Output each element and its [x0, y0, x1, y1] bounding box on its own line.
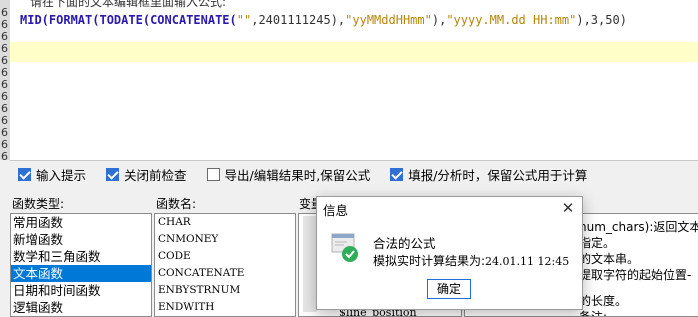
option-checkbox[interactable]: [18, 167, 31, 181]
formula-text[interactable]: MID(FORMAT(TODATE(CONCATENATE("",2401111…: [20, 13, 627, 27]
function-item[interactable]: CODE: [155, 248, 295, 265]
result-value: 24.01.11 12:45: [485, 255, 570, 268]
dialog-title: 信息: [323, 203, 349, 218]
description-line: 指定。: [579, 236, 616, 250]
editor-hint: 请在下面的文本编辑框里面输入公式:: [30, 0, 227, 9]
option-label: 填报/分析时，保留公式用于计算: [408, 167, 588, 183]
formula-token: "yyMMddHHmm": [345, 13, 432, 27]
close-icon[interactable]: ✕: [558, 198, 578, 218]
function-item[interactable]: ENBYSTRNUM: [155, 282, 295, 299]
function-item[interactable]: CNMONEY: [155, 231, 295, 248]
formula-token: MID(: [20, 13, 49, 27]
formula-editor[interactable]: 请在下面的文本编辑框里面输入公式: MID(FORMAT(TODATE(CONC…: [10, 0, 698, 161]
dialog-message: 合法的公式: [373, 236, 436, 251]
description-line: num_chars):返回文本: [579, 220, 698, 234]
option-checkbox[interactable]: [106, 167, 120, 181]
function-list[interactable]: CHAR CNMONEY CODE CONCATENATE ENBYSTRNUM ENDW…: [154, 213, 296, 317]
category-item[interactable]: 新增函数: [11, 231, 151, 248]
formula-token: "": [236, 13, 252, 27]
function-name-label: 函数名:: [156, 197, 197, 211]
option-checkbox[interactable]: [390, 167, 404, 181]
formula-token: CONCATENATE(: [150, 13, 237, 27]
description-line: 的文本串。: [579, 252, 640, 266]
gutter-mark: 6: [1, 150, 8, 163]
option-label: 输入提示: [36, 167, 87, 183]
result-label: 模拟实时计算结果为:: [373, 254, 486, 268]
dialog-result: 模拟实时计算结果为:24.01.11 12:45: [373, 252, 569, 269]
description-line: 提取字符的起始位置-: [579, 268, 692, 282]
category-item[interactable]: 逻辑函数: [11, 299, 151, 316]
category-item[interactable]: 常用函数: [11, 214, 151, 231]
formula-token: ,2401111245): [251, 13, 338, 27]
option-2[interactable]: 导出/编辑结果时,保留公式: [206, 165, 371, 184]
option-1[interactable]: 关闭前检查: [106, 165, 187, 184]
category-item[interactable]: 日期和时间函数: [11, 282, 151, 299]
formula-token: ),: [431, 13, 447, 27]
category-item[interactable]: 文本函数: [11, 265, 151, 282]
category-list[interactable]: 常用函数 新增函数 数学和三角函数 文本函数 日期和时间函数 逻辑函数: [10, 213, 152, 317]
dialog-titlebar: 信息 ✕: [317, 197, 582, 219]
formula-token: "yyyy.MM.dd HH:mm": [446, 13, 577, 27]
variable-scrollbar[interactable]: [303, 216, 317, 312]
options-row: 输入提示 关闭前检查 导出/编辑结果时,保留公式 填报/分析时，保留公式用于计算: [18, 164, 607, 184]
ok-button[interactable]: 确定: [427, 279, 471, 299]
function-item[interactable]: ENDWITH: [155, 299, 295, 316]
category-item[interactable]: 数学和三角函数: [11, 248, 151, 265]
formula-token: TODATE(: [99, 13, 151, 27]
current-line-highlight: [10, 42, 698, 62]
option-label: 导出/编辑结果时,保留公式: [224, 167, 371, 183]
formula-token: FORMAT(: [48, 13, 100, 27]
function-item[interactable]: CONCATENATE: [155, 265, 295, 282]
success-icon: [331, 233, 359, 263]
formula-token: ),3,50): [576, 13, 627, 27]
function-item[interactable]: CHAR: [155, 214, 295, 231]
info-dialog: 信息 ✕ 合法的公式 模拟实时计算结果为:24.01.11 12:45 确定: [316, 196, 583, 310]
option-3[interactable]: 填报/分析时，保留公式用于计算: [390, 165, 587, 184]
description-line: 的长度。: [579, 294, 628, 308]
description-line: 备注:: [579, 310, 608, 317]
category-label: 函数类型:: [12, 197, 65, 211]
option-checkbox[interactable]: [206, 167, 220, 181]
option-label: 关闭前检查: [124, 167, 187, 183]
option-0[interactable]: 输入提示: [18, 165, 86, 184]
